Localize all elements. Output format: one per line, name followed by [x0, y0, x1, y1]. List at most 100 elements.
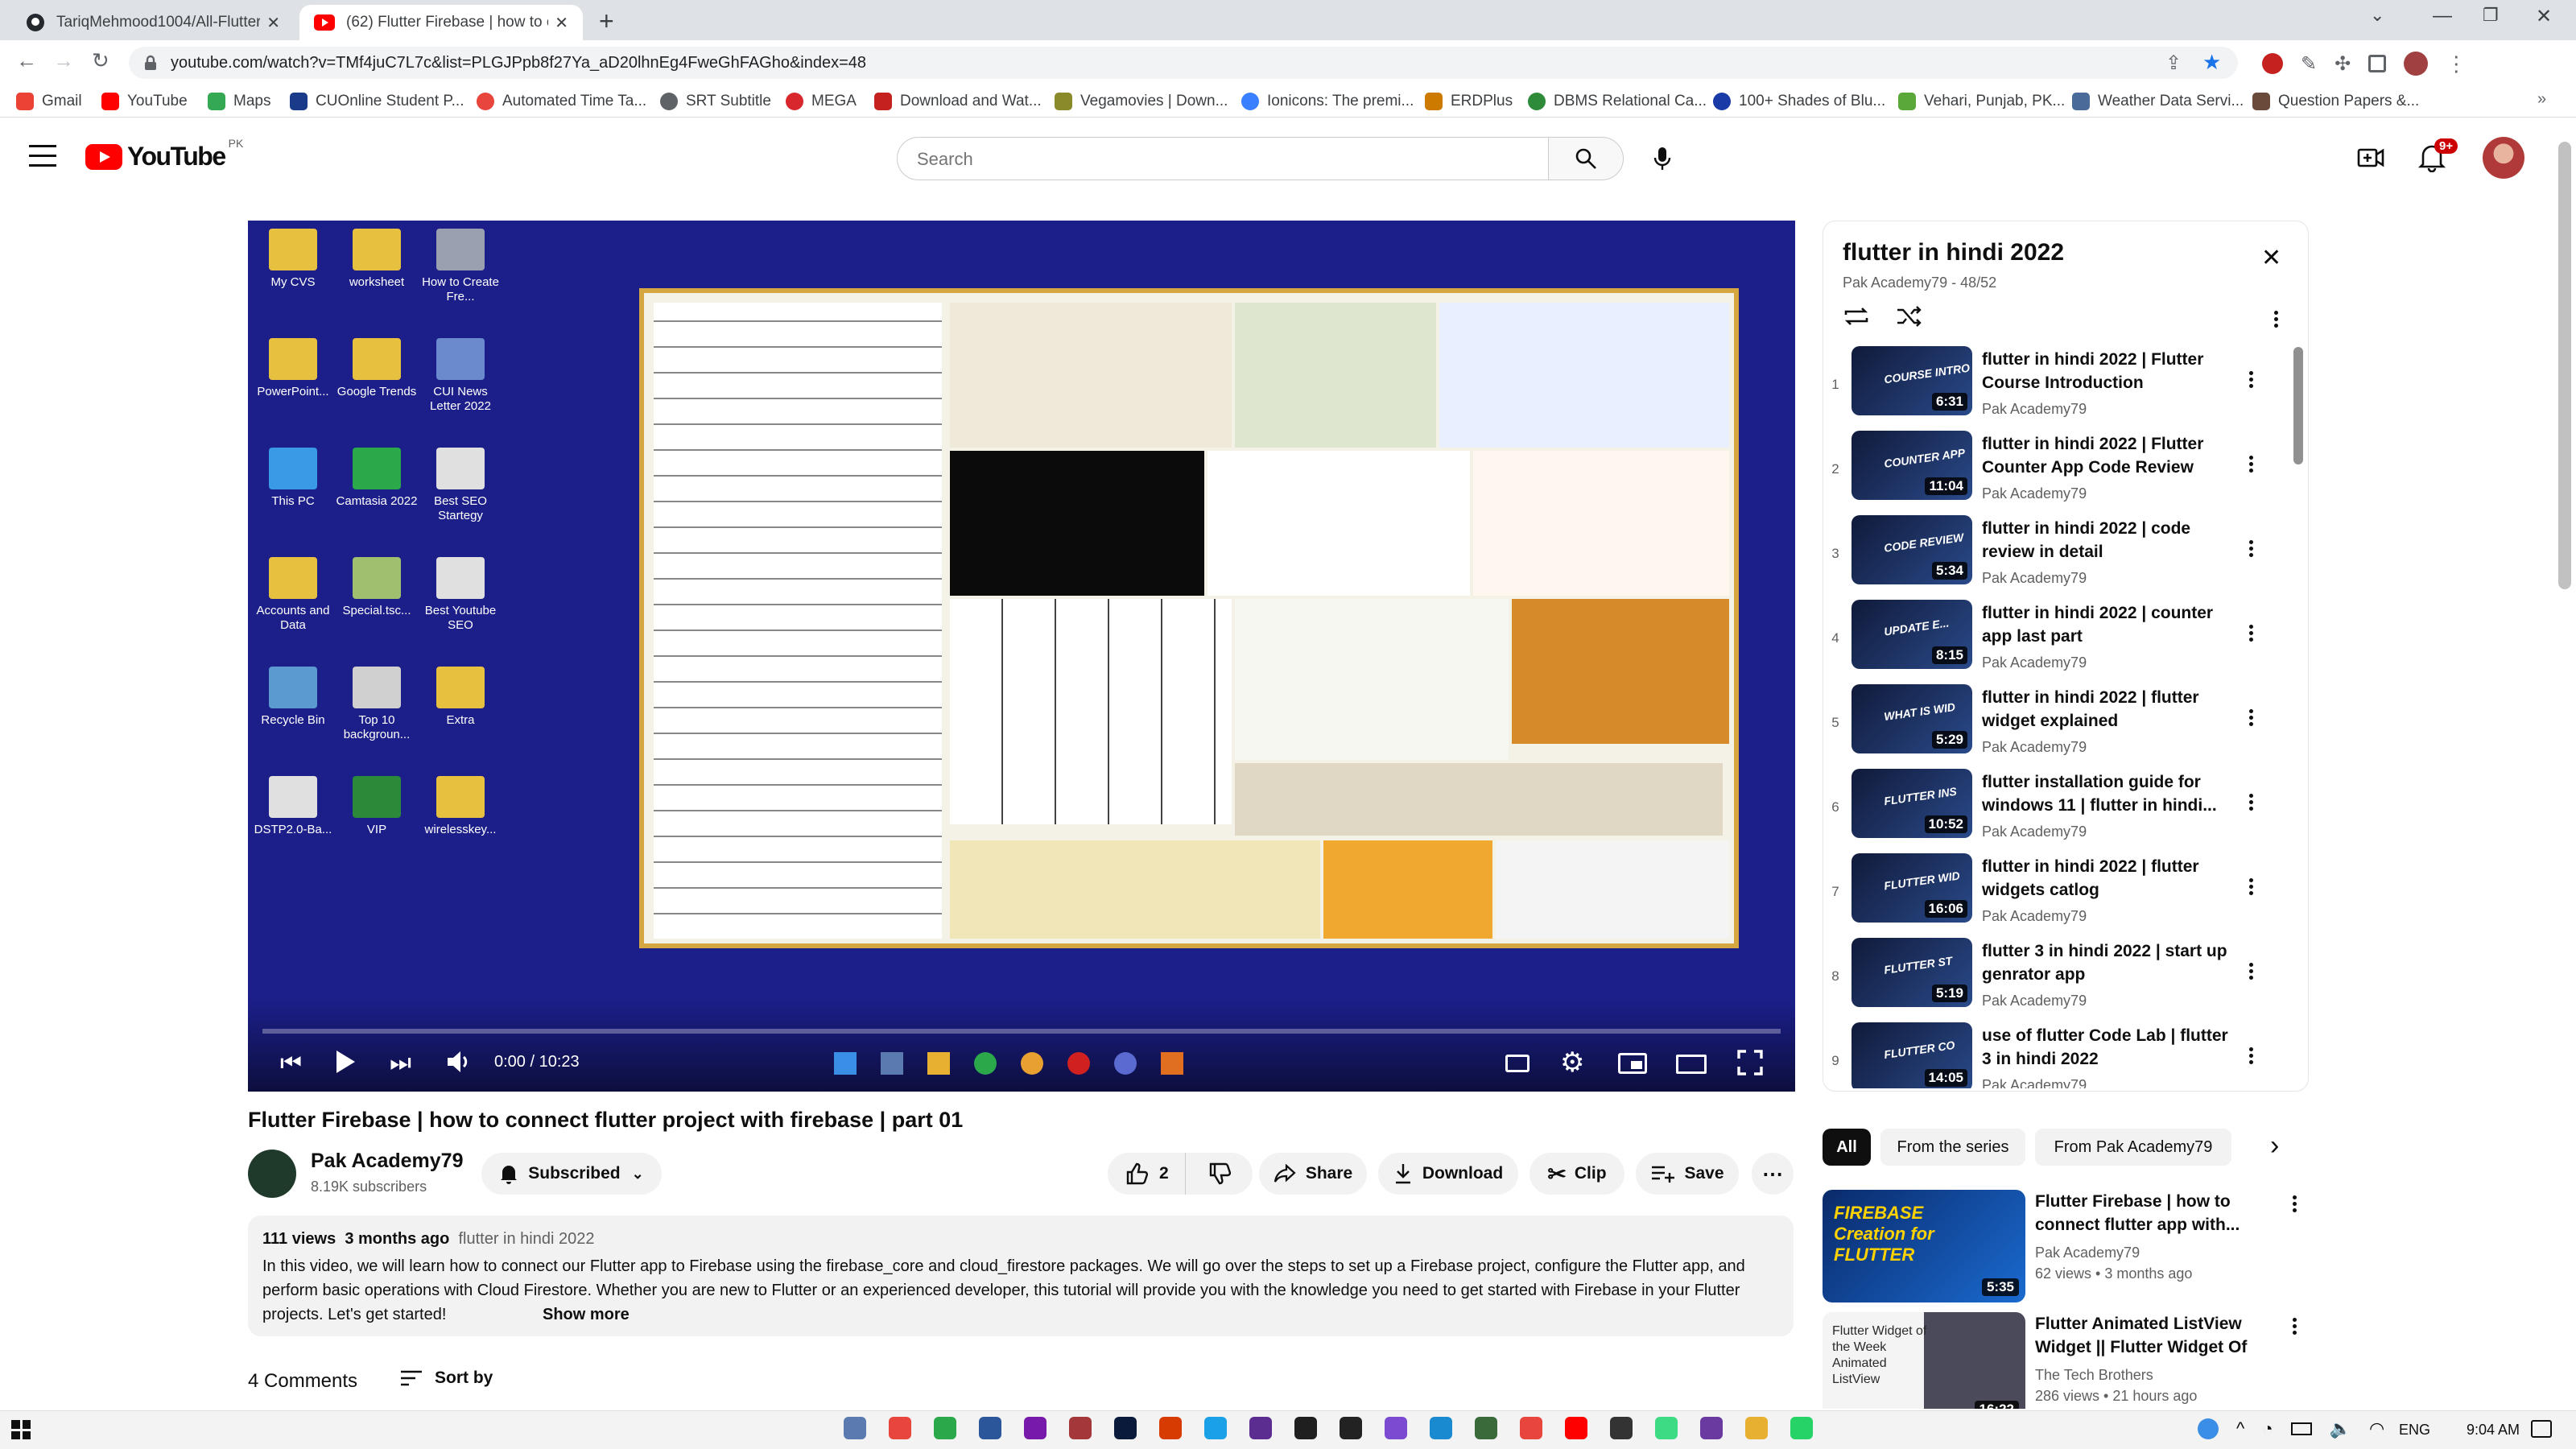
desktop-icon[interactable]: Best Youtube SEO: [419, 557, 502, 633]
desktop-icon[interactable]: This PC: [251, 448, 335, 509]
playlist-item-more-icon[interactable]: [2248, 791, 2254, 814]
video-player[interactable]: My CVS worksheet How to Create Fre... Power…: [248, 221, 1795, 1092]
chrome-icon[interactable]: [1520, 1417, 1542, 1439]
playlist-item[interactable]: 4 UPDATE E... 8:15 flutter in hindi 2022…: [1827, 600, 2294, 683]
bookmark-erdplus[interactable]: ERDPlus: [1425, 92, 1513, 111]
speaker-icon[interactable]: 🔈: [2330, 1418, 2351, 1439]
miniplayer-icon[interactable]: [1618, 1053, 1647, 1074]
subtitles-icon[interactable]: [1505, 1055, 1530, 1072]
close-icon[interactable]: ✕: [266, 13, 280, 33]
desktop-icon[interactable]: Google Trends: [335, 338, 419, 399]
recommendation-card[interactable]: Flutter Widget of the Week Animated List…: [1823, 1312, 2306, 1409]
reload-button[interactable]: ↻: [92, 48, 109, 73]
create-button[interactable]: [2357, 145, 2384, 171]
settings-gear-icon[interactable]: ⚙: [1560, 1046, 1584, 1079]
desktop-icon[interactable]: How to Create Fre...: [419, 229, 502, 304]
progress-bar[interactable]: [262, 1029, 1781, 1034]
bookmark-star-icon[interactable]: ★: [2202, 50, 2221, 75]
previous-button[interactable]: ⏮: [280, 1050, 302, 1077]
language-indicator[interactable]: ENG: [2399, 1422, 2430, 1439]
playlist-item[interactable]: 6 FLUTTER INS 10:52 flutter installation…: [1827, 769, 2294, 852]
search-button[interactable]: [1548, 137, 1624, 180]
vs-icon[interactable]: [1249, 1417, 1272, 1439]
clock[interactable]: 9:04 AM: [2467, 1422, 2520, 1439]
notifications-button[interactable]: 9+: [2418, 138, 2458, 172]
minimize-button[interactable]: —: [2433, 5, 2452, 27]
menu-icon[interactable]: [29, 145, 56, 167]
wifi-icon[interactable]: ◠: [2369, 1418, 2384, 1439]
chip-from-channel[interactable]: From Pak Academy79: [2035, 1129, 2231, 1166]
recommendation-more-icon[interactable]: [2291, 1193, 2297, 1216]
profile-avatar[interactable]: [2404, 52, 2429, 76]
desktop-icon[interactable]: worksheet: [335, 229, 419, 290]
app-icon[interactable]: [1294, 1417, 1317, 1439]
bookmark-question-papers[interactable]: Question Papers &...: [2252, 92, 2419, 111]
bookmark-download[interactable]: Download and Wat...: [874, 92, 1042, 111]
playlist-item[interactable]: 9 FLUTTER CO 14:05 use of flutter Code L…: [1827, 1022, 2294, 1088]
desktop-icon[interactable]: PowerPoint...: [251, 338, 335, 399]
restore-button[interactable]: ❐: [2483, 5, 2499, 26]
sidepanel-icon[interactable]: [2368, 55, 2387, 72]
play-button[interactable]: [335, 1050, 356, 1074]
voice-search-button[interactable]: [1642, 138, 1682, 179]
office-icon[interactable]: [1159, 1417, 1182, 1439]
forward-button[interactable]: →: [53, 48, 74, 73]
store-icon[interactable]: [934, 1417, 956, 1439]
battery-icon[interactable]: [2290, 1422, 2312, 1435]
bookmark-srt[interactable]: SRT Subtitle: [660, 92, 771, 111]
recommendation-channel[interactable]: The Tech Brothers: [2035, 1367, 2153, 1384]
sort-by-button[interactable]: Sort by: [399, 1368, 493, 1388]
playlist-item-more-icon[interactable]: [2248, 876, 2254, 898]
playlist-item-more-icon[interactable]: [2248, 707, 2254, 729]
more-actions-button[interactable]: ⋯: [1752, 1153, 1794, 1195]
browser-tab-youtube[interactable]: (62) Flutter Firebase | how to con ✕: [299, 5, 583, 40]
playlist-more-icon[interactable]: [2273, 308, 2279, 331]
next-button[interactable]: ⏭: [390, 1050, 411, 1077]
browser-tab-github[interactable]: TariqMehmood1004/All-Flutter-A ✕: [11, 5, 295, 40]
close-icon[interactable]: ✕: [555, 13, 568, 33]
save-button[interactable]: Save: [1636, 1153, 1739, 1195]
chevron-up-icon[interactable]: ^: [2236, 1418, 2244, 1439]
whatsapp-icon[interactable]: [1790, 1417, 1813, 1439]
media-player-icon[interactable]: [1204, 1417, 1227, 1439]
playlist-item[interactable]: 5 WHAT IS WID 5:29 flutter in hindi 2022…: [1827, 684, 2294, 768]
recommendation-card[interactable]: FIREBASE Creation for FLUTTER 5:35 Flutt…: [1823, 1190, 2306, 1307]
edge-icon[interactable]: [1430, 1417, 1452, 1439]
desktop-icon[interactable]: Extra: [419, 667, 502, 728]
avatar[interactable]: [2483, 137, 2524, 179]
onenote-icon[interactable]: [1024, 1417, 1046, 1439]
bookmark-vegamovies[interactable]: Vegamovies | Down...: [1055, 92, 1228, 111]
close-playlist-icon[interactable]: ✕: [2261, 244, 2281, 272]
playlist-item-more-icon[interactable]: [2248, 369, 2254, 391]
playlist-item-more-icon[interactable]: [2248, 1045, 2254, 1067]
eyedropper-icon[interactable]: ✎: [2301, 52, 2317, 76]
fullscreen-button[interactable]: [1737, 1050, 1763, 1075]
dislike-button[interactable]: [1185, 1153, 1253, 1195]
desktop-icon[interactable]: Top 10 backgroun...: [335, 667, 419, 742]
bookmark-weather[interactable]: Weather Data Servi...: [2072, 92, 2244, 111]
recommendation-more-icon[interactable]: [2291, 1315, 2297, 1338]
search-input[interactable]: Search: [897, 137, 1549, 180]
app-icon[interactable]: [1700, 1417, 1723, 1439]
chrome-icon[interactable]: [889, 1417, 911, 1439]
back-button[interactable]: ←: [16, 48, 37, 73]
rider-icon[interactable]: [1340, 1417, 1362, 1439]
theater-mode-icon[interactable]: [1676, 1055, 1707, 1074]
install-icon[interactable]: ⇪: [2165, 52, 2182, 75]
new-tab-button[interactable]: +: [599, 6, 614, 36]
bookmarks-overflow-icon[interactable]: »: [2537, 90, 2546, 109]
close-window-button[interactable]: ✕: [2536, 5, 2552, 28]
playlist-item-more-icon[interactable]: [2248, 538, 2254, 560]
recommendation-channel[interactable]: Pak Academy79: [2035, 1245, 2140, 1261]
bookmark-gmail[interactable]: Gmail: [16, 92, 82, 111]
app-icon[interactable]: [1385, 1417, 1407, 1439]
channel-avatar[interactable]: [248, 1150, 296, 1198]
desktop-icon[interactable]: CUI News Letter 2022: [419, 338, 502, 414]
page-scrollbar[interactable]: [2558, 142, 2571, 589]
photoshop-icon[interactable]: [1114, 1417, 1137, 1439]
playlist-item[interactable]: 7 FLUTTER WID 16:06 flutter in hindi 202…: [1827, 853, 2294, 937]
tool-icon[interactable]: [1475, 1417, 1497, 1439]
loop-button[interactable]: [1843, 305, 1870, 328]
youtube-icon[interactable]: [1565, 1417, 1587, 1439]
desktop-icon[interactable]: Best SEO Startegy: [419, 448, 502, 523]
